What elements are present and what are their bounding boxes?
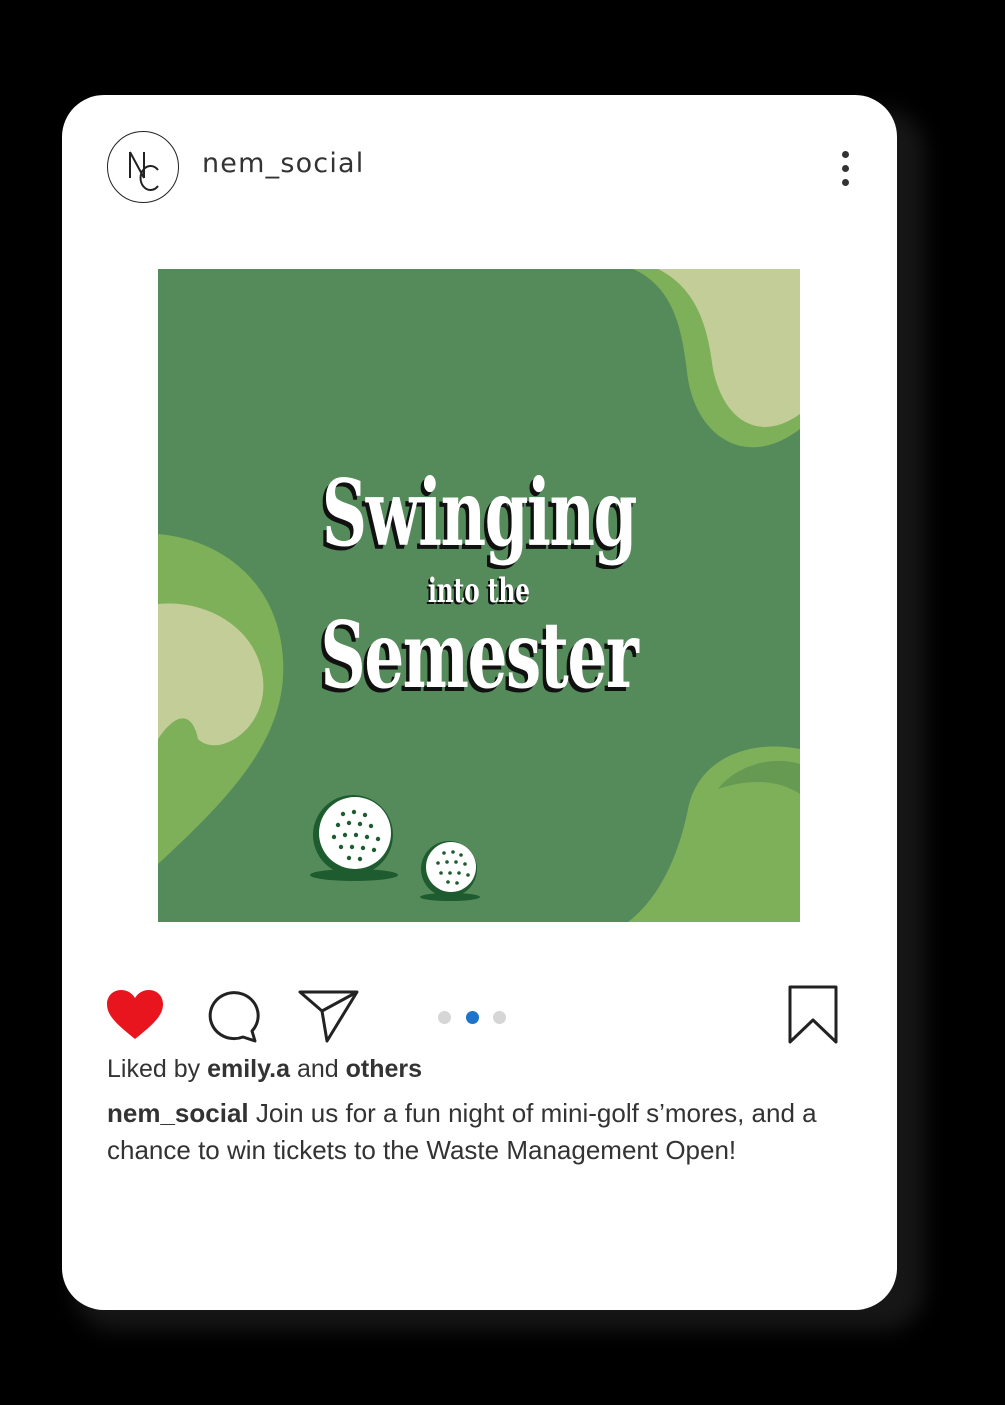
avatar-monogram-icon <box>129 151 159 191</box>
carousel-dot <box>438 1011 451 1024</box>
post-actions <box>62 983 897 1053</box>
avatar[interactable] <box>107 131 179 203</box>
headline-line-1: Swinging <box>321 459 637 567</box>
likes-joiner: and <box>296 1055 339 1083</box>
more-options-icon[interactable] <box>832 147 860 191</box>
likes-line: Liked by emily.a and others <box>107 1055 422 1084</box>
liked-by-others[interactable]: others <box>346 1055 422 1083</box>
likes-prefix: Liked by <box>107 1055 201 1083</box>
heart-filled-icon[interactable] <box>105 989 165 1041</box>
caption-username[interactable]: nem_social <box>107 1098 249 1128</box>
post-card: nem_social Swinging into the Semester Li… <box>62 95 897 1310</box>
liked-by-user[interactable]: emily.a <box>207 1055 290 1083</box>
headline-line-3: Semester <box>320 601 639 709</box>
comment-bubble-icon[interactable] <box>204 987 260 1043</box>
bookmark-icon[interactable] <box>787 985 839 1045</box>
carousel-dot-active <box>466 1011 479 1024</box>
paper-plane-icon[interactable] <box>298 989 360 1043</box>
post-username[interactable]: nem_social <box>202 148 365 179</box>
carousel-dot <box>493 1011 506 1024</box>
post-image[interactable]: Swinging into the Semester <box>158 269 800 922</box>
caption: nem_social Join us for a fun night of mi… <box>107 1095 847 1169</box>
